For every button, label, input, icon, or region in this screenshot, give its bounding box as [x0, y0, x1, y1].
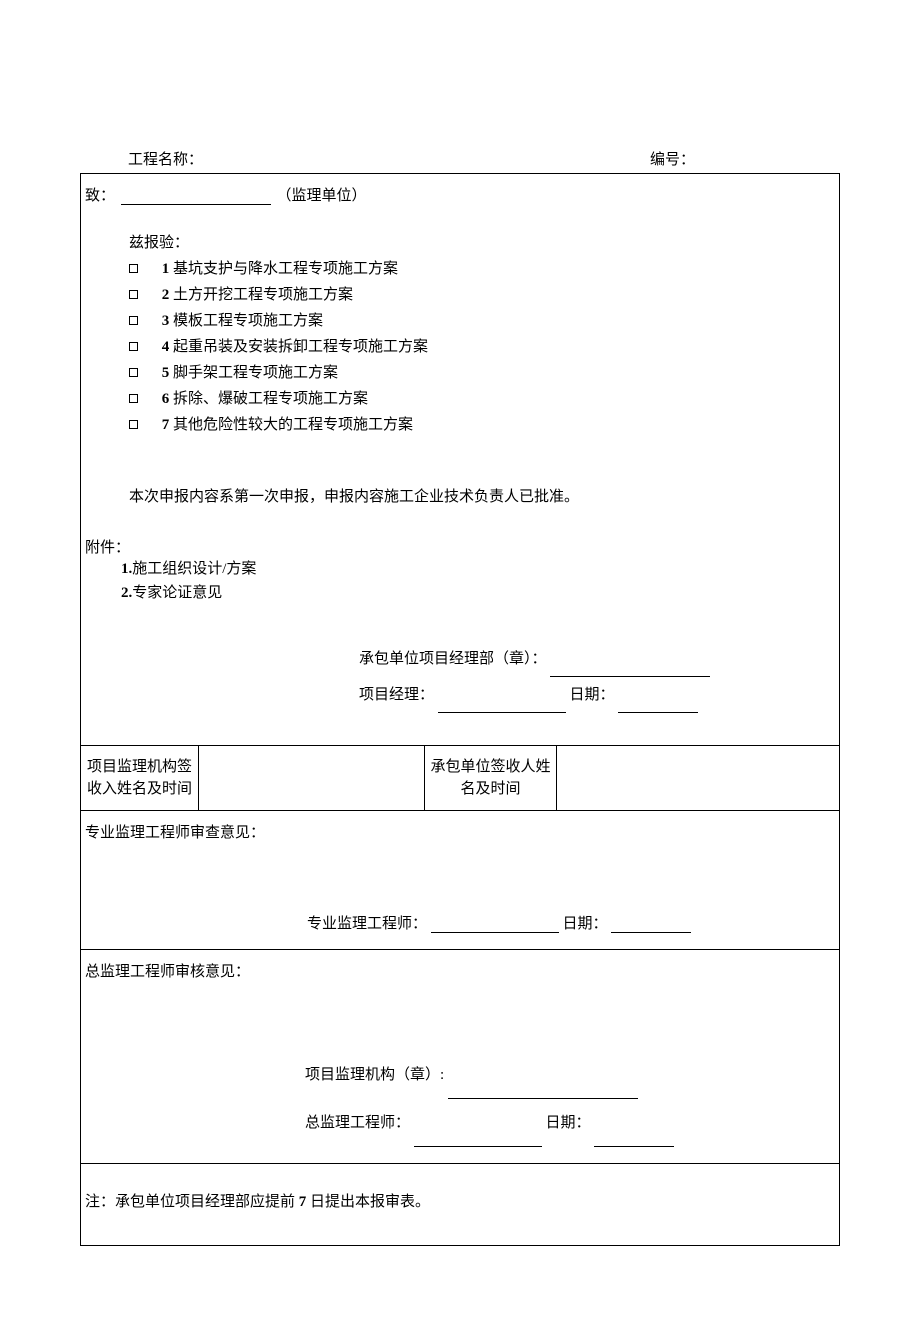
form-container: 致： （监理单位） 兹报验： 1 基坑支护与降水工程专项施工方案 2 土方开挖工…: [80, 173, 840, 1246]
checkbox-icon[interactable]: [129, 264, 138, 273]
checkbox-icon[interactable]: [129, 316, 138, 325]
declaration-note: 本次申报内容系第一次申报，申报内容施工企业技术负责人已批准。: [81, 438, 839, 534]
professional-review-section: 专业监理工程师审查意见： 专业监理工程师： 日期：: [81, 811, 839, 950]
attach-num: 1.: [121, 561, 132, 577]
receipt-row: 项目监理机构签收入姓名及时间 承包单位签收人姓名及时间: [81, 746, 839, 811]
item-text: 起重吊装及安装拆卸工程专项施工方案: [169, 339, 428, 355]
pm-label: 项目经理：: [359, 687, 434, 703]
professional-sign-line: 专业监理工程师： 日期：: [85, 912, 835, 933]
receipt-col-supervisor-value[interactable]: [199, 746, 425, 810]
professional-review-title: 专业监理工程师审查意见：: [85, 821, 835, 842]
professional-date-label: 日期：: [563, 916, 608, 932]
supervisor-org-line: 项目监理机构（章）:: [305, 1051, 835, 1099]
to-line: 致： （监理单位）: [81, 184, 839, 205]
item-text: 其他危险性较大的工程专项施工方案: [169, 417, 413, 433]
attach-text: 专家论证意见: [132, 585, 222, 601]
contractor-sign-block: 承包单位项目经理部（章）： 项目经理： 日期：: [81, 605, 839, 731]
pm-line: 项目经理： 日期：: [359, 677, 839, 713]
checklist: 1 基坑支护与降水工程专项施工方案 2 土方开挖工程专项施工方案 3 模板工程专…: [81, 256, 839, 438]
receipt-col-supervisor-label: 项目监理机构签收入姓名及时间: [81, 746, 199, 810]
chief-date-blank[interactable]: [594, 1131, 674, 1147]
chief-sign-block: 项目监理机构（章）: 总监理工程师： 日期：: [85, 1051, 835, 1147]
to-suffix: （监理单位）: [277, 188, 367, 204]
attachment-list: 1.施工组织设计/方案 2.专家论证意见: [81, 557, 839, 605]
chief-signer-label: 总监理工程师：: [305, 1115, 410, 1131]
to-blank[interactable]: [121, 189, 271, 205]
intro-label: 兹报验：: [81, 231, 839, 252]
supervisor-org-label: 项目监理机构（章）:: [305, 1067, 444, 1083]
checkbox-icon[interactable]: [129, 368, 138, 377]
receipt-col-contractor-value[interactable]: [557, 746, 839, 810]
chief-signer-line: 总监理工程师： 日期：: [305, 1099, 835, 1147]
check-item-5: 5 脚手架工程专项施工方案: [129, 360, 839, 386]
chief-signer-blank[interactable]: [414, 1131, 542, 1147]
contractor-dept-label: 承包单位项目经理部（章）：: [359, 651, 547, 667]
check-item-6: 6 拆除、爆破工程专项施工方案: [129, 386, 839, 412]
attach-text: 施工组织设计/方案: [132, 561, 256, 577]
pm-blank[interactable]: [438, 697, 566, 713]
to-prefix: 致：: [85, 188, 115, 204]
item-text: 脚手架工程专项施工方案: [169, 365, 338, 381]
header-row: 工程名称： 编号：: [80, 148, 840, 173]
item-text: 土方开挖工程专项施工方案: [169, 287, 353, 303]
chief-review-title: 总监理工程师审核意见：: [85, 960, 835, 981]
chief-review-section: 总监理工程师审核意见： 项目监理机构（章）: 总监理工程师： 日期：: [81, 950, 839, 1164]
receipt-col-contractor-label: 承包单位签收人姓名及时间: [425, 746, 557, 810]
serial-number-label: 编号：: [650, 148, 840, 169]
item-text: 模板工程专项施工方案: [169, 313, 323, 329]
note-prefix: 注：承包单位项目经理部应提前: [85, 1194, 299, 1210]
item-text: 拆除、爆破工程专项施工方案: [169, 391, 368, 407]
date-blank[interactable]: [618, 697, 698, 713]
footer-note: 注：承包单位项目经理部应提前 7 日提出本报审表。: [81, 1164, 839, 1245]
check-item-4: 4 起重吊装及安装拆卸工程专项施工方案: [129, 334, 839, 360]
item-text: 基坑支护与降水工程专项施工方案: [169, 261, 398, 277]
check-item-1: 1 基坑支护与降水工程专项施工方案: [129, 256, 839, 282]
checkbox-icon[interactable]: [129, 290, 138, 299]
note-suffix: 日提出本报审表。: [306, 1194, 430, 1210]
professional-signer-label: 专业监理工程师：: [307, 916, 427, 932]
professional-signer-blank[interactable]: [431, 917, 559, 933]
attach-num: 2.: [121, 585, 132, 601]
contractor-dept-blank[interactable]: [550, 661, 710, 677]
check-item-3: 3 模板工程专项施工方案: [129, 308, 839, 334]
checkbox-icon[interactable]: [129, 420, 138, 429]
top-section: 致： （监理单位） 兹报验： 1 基坑支护与降水工程专项施工方案 2 土方开挖工…: [81, 174, 839, 746]
attachment-label: 附件：: [81, 536, 839, 557]
checkbox-icon[interactable]: [129, 394, 138, 403]
attachment-1: 1.施工组织设计/方案: [121, 557, 839, 581]
check-item-2: 2 土方开挖工程专项施工方案: [129, 282, 839, 308]
checkbox-icon[interactable]: [129, 342, 138, 351]
contractor-dept-line: 承包单位项目经理部（章）：: [359, 641, 839, 677]
date-label: 日期：: [570, 687, 615, 703]
check-item-7: 7 其他危险性较大的工程专项施工方案: [129, 412, 839, 438]
professional-date-blank[interactable]: [611, 917, 691, 933]
supervisor-org-blank[interactable]: [448, 1083, 638, 1099]
project-name-label: 工程名称：: [80, 148, 650, 169]
chief-date-label: 日期：: [546, 1115, 591, 1131]
attachment-2: 2.专家论证意见: [121, 581, 839, 605]
document-page: 工程名称： 编号： 致： （监理单位） 兹报验： 1 基坑支护与降水工程专项施工…: [0, 0, 920, 1326]
